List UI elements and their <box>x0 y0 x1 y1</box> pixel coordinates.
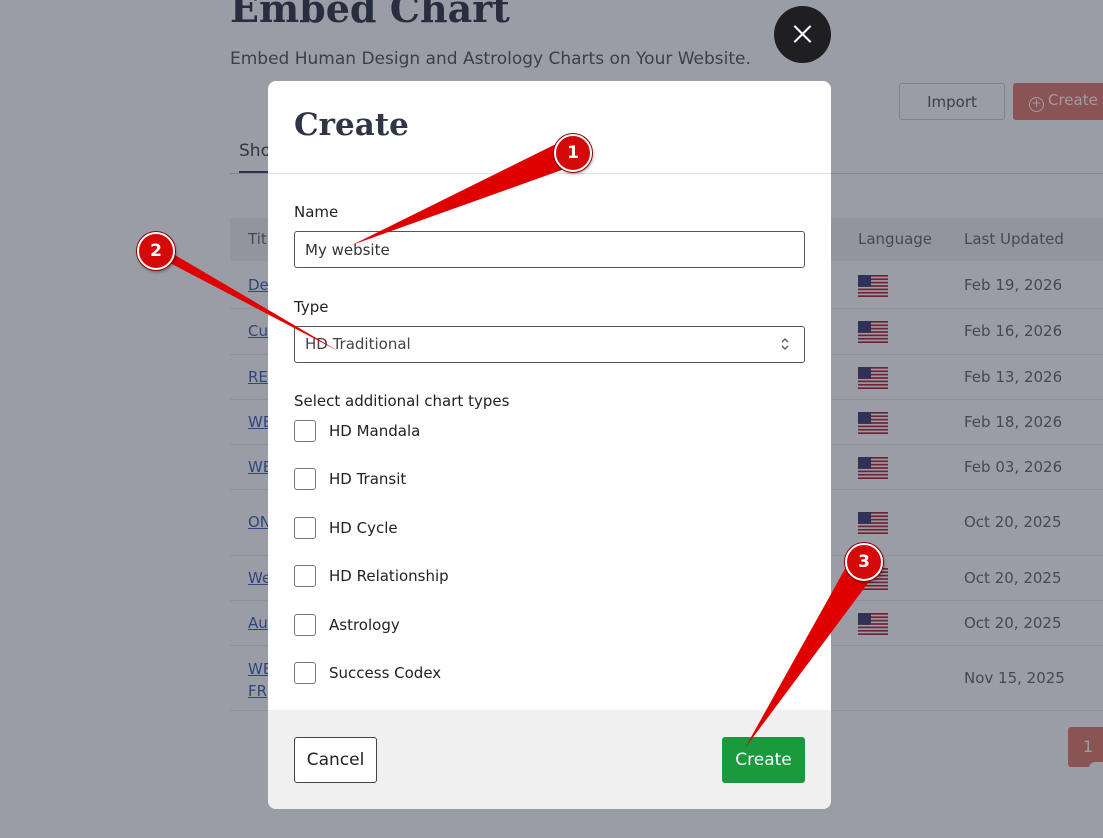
type-label: Type <box>294 298 329 316</box>
chart-type-checkbox[interactable] <box>294 662 316 684</box>
chart-type-label: Astrology <box>329 616 400 634</box>
callout-badge-2: 2 <box>137 232 175 270</box>
chart-type-checkbox[interactable] <box>294 420 316 442</box>
chart-type-checkbox[interactable] <box>294 517 316 539</box>
type-select-value: HD Traditional <box>305 335 411 353</box>
callout-badge-3: 3 <box>845 543 883 581</box>
chart-type-checkbox[interactable] <box>294 565 316 587</box>
create-modal: Create Name Type HD Traditional Select a… <box>268 81 831 809</box>
chart-type-checkbox[interactable] <box>294 468 316 490</box>
modal-title: Create <box>294 107 409 143</box>
modal-footer: Cancel Create <box>268 710 831 809</box>
name-input[interactable] <box>294 231 805 268</box>
chart-type-label: HD Mandala <box>329 422 421 440</box>
additional-types-label: Select additional chart types <box>294 392 510 410</box>
type-select[interactable]: HD Traditional <box>294 326 805 363</box>
chart-type-label: Success Codex <box>329 664 442 682</box>
chart-type-label: HD Transit <box>329 470 407 488</box>
create-button[interactable]: Create <box>722 737 805 783</box>
close-icon[interactable] <box>774 6 831 63</box>
chevron-up-down-icon <box>781 338 789 350</box>
chart-type-label: HD Cycle <box>329 519 398 537</box>
chart-type-label: HD Relationship <box>329 567 449 585</box>
modal-divider <box>268 173 831 174</box>
cancel-button[interactable]: Cancel <box>294 737 377 783</box>
name-label: Name <box>294 203 339 221</box>
callout-badge-1: 1 <box>554 134 592 172</box>
chart-type-checkbox[interactable] <box>294 614 316 636</box>
